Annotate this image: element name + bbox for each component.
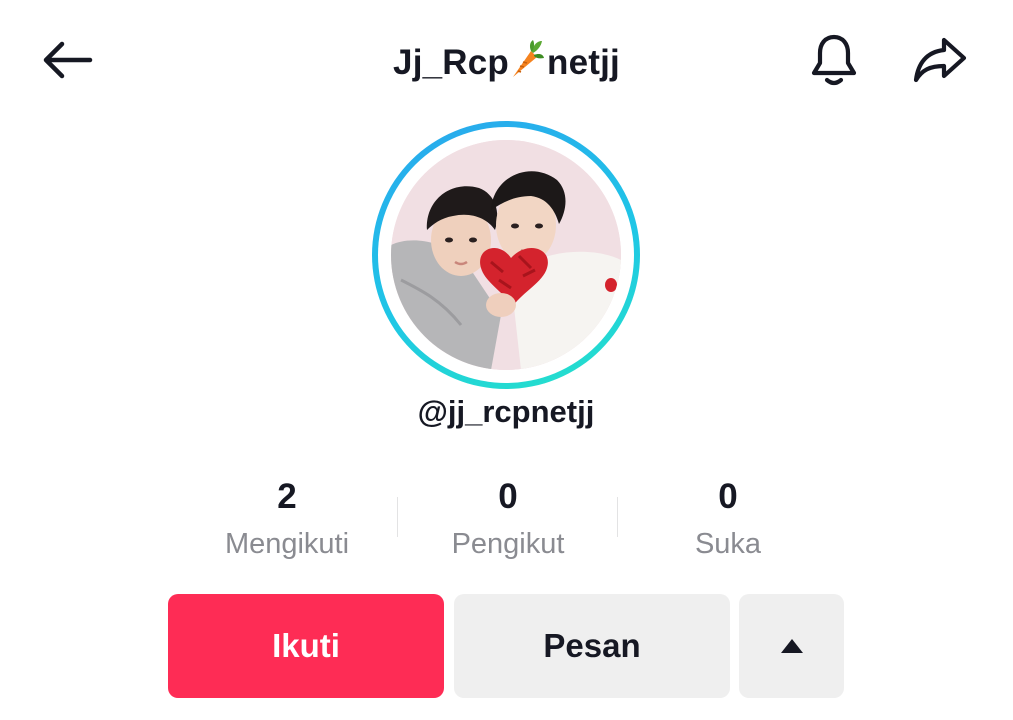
stat-following[interactable]: 2 Mengikuti (187, 474, 387, 562)
arrow-left-icon (43, 41, 93, 79)
share-arrow-icon (913, 37, 967, 83)
avatar[interactable] (391, 140, 621, 370)
username-handle: @jj_rcpnetjj (417, 394, 595, 429)
bell-icon (811, 34, 857, 86)
stat-likes[interactable]: 0 Suka (628, 474, 828, 562)
likes-count: 0 (718, 477, 738, 516)
message-button[interactable]: Pesan (454, 594, 730, 698)
follow-button[interactable]: Ikuti (168, 594, 444, 698)
avatar-border (378, 127, 634, 383)
back-button[interactable] (34, 28, 98, 92)
title-text-start: Jj_Rcp (393, 43, 510, 82)
suggested-accounts-toggle[interactable] (739, 594, 844, 698)
page-title: Jj_Rcp netjj (250, 38, 763, 88)
triangle-up-icon (780, 639, 803, 653)
profile-photo (391, 140, 621, 370)
share-button[interactable] (908, 28, 972, 92)
followers-count: 0 (498, 477, 518, 516)
title-text-end: netjj (547, 43, 620, 82)
likes-label: Suka (694, 528, 762, 560)
avatar-ring[interactable] (372, 121, 640, 389)
stat-divider (397, 497, 398, 537)
carrot-icon (511, 39, 545, 88)
stat-followers[interactable]: 0 Pengikut (408, 474, 608, 562)
profile-header: Jj_Rcp netjj (0, 0, 1013, 120)
following-label: Mengikuti (224, 528, 350, 560)
notification-button[interactable] (802, 28, 866, 92)
followers-label: Pengikut (451, 528, 565, 560)
following-count: 2 (277, 477, 297, 516)
stat-divider (617, 497, 618, 537)
